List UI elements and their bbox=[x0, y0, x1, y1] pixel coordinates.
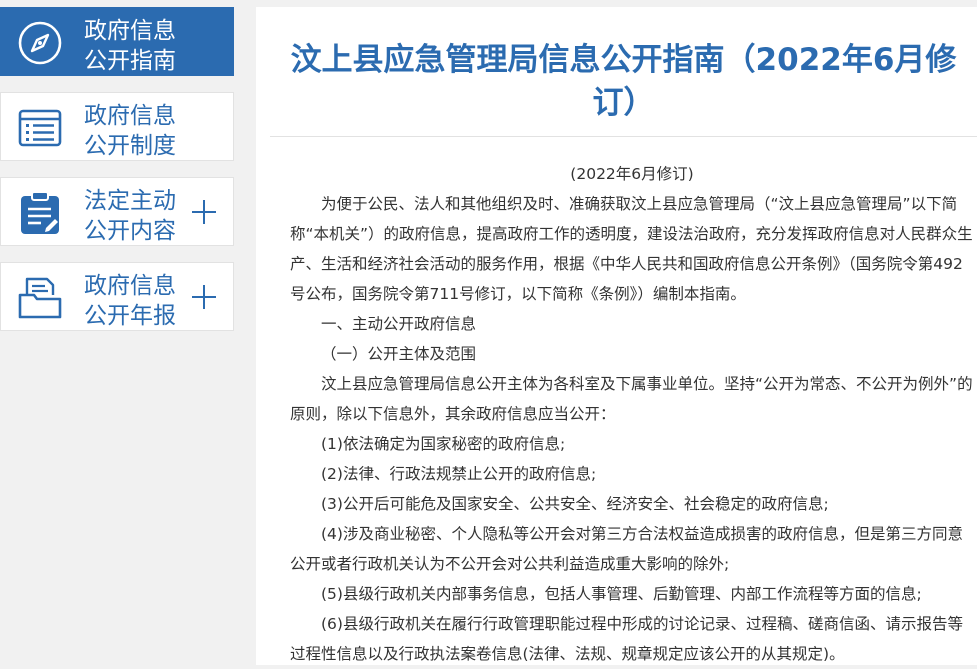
paragraph-intro: 为便于公民、法人和其他组织及时、准确获取汶上县应急管理局（“汶上县应急管理局”以… bbox=[290, 195, 973, 303]
nav-item-label: 政府信息 公开制度 bbox=[84, 103, 176, 159]
nav-item-label: 法定主动 公开内容 bbox=[84, 188, 176, 244]
list-item: (6)县级行政机关在履行行政管理职能过程中形成的讨论记录、过程稿、磋商信函、请示… bbox=[290, 615, 963, 663]
list-document-icon bbox=[18, 109, 62, 147]
nav-item-label: 政府信息 公开年报 bbox=[84, 273, 176, 329]
article-body: (2022年6月修订) 为便于公民、法人和其他组织及时、准确获取汶上县应急管理局… bbox=[290, 159, 974, 669]
article-title: 汶上县应急管理局信息公开指南（2022年6月修订） bbox=[290, 42, 957, 121]
compass-icon bbox=[18, 21, 62, 65]
folder-document-icon bbox=[18, 277, 62, 319]
list-item: (2)法律、行政法规禁止公开的政府信息; bbox=[321, 465, 597, 483]
list-item: (4)涉及商业秘密、个人隐私等公开会对第三方合法权益造成损害的政府信息，但是第三… bbox=[290, 525, 963, 573]
nav-item-guide[interactable]: 政府信息 公开指南 bbox=[0, 7, 234, 76]
list-item: (3)公开后可能危及国家安全、公共安全、经济安全、社会稳定的政府信息; bbox=[321, 495, 829, 513]
article-panel: 汶上县应急管理局信息公开指南（2022年6月修订） (2022年6月修订) 为便… bbox=[256, 7, 977, 665]
clipboard-icon bbox=[21, 191, 59, 234]
list-item: (1)依法确定为国家秘密的政府信息; bbox=[321, 435, 566, 453]
subsection-heading: （一）公开主体及范围 bbox=[321, 345, 477, 363]
nav-item-mandatory-content[interactable]: 法定主动 公开内容 bbox=[0, 177, 234, 246]
list-item: (5)县级行政机关内部事务信息，包括人事管理、后勤管理、内部工作流程等方面的信息… bbox=[321, 585, 922, 603]
title-divider bbox=[270, 136, 977, 137]
paragraph-scope: 汶上县应急管理局信息公开主体为各科室及下属事业单位。坚持“公开为常态、不公开为例… bbox=[290, 375, 973, 423]
nav-item-label: 政府信息 公开指南 bbox=[84, 18, 176, 74]
nav-item-annual-report[interactable]: 政府信息 公开年报 bbox=[0, 262, 234, 331]
expand-plus-icon[interactable] bbox=[192, 200, 216, 224]
nav-item-system[interactable]: 政府信息 公开制度 bbox=[0, 92, 234, 161]
expand-plus-icon[interactable] bbox=[192, 285, 216, 309]
section-heading: 一、主动公开政府信息 bbox=[321, 315, 477, 333]
revision-note: (2022年6月修订) bbox=[570, 165, 694, 183]
